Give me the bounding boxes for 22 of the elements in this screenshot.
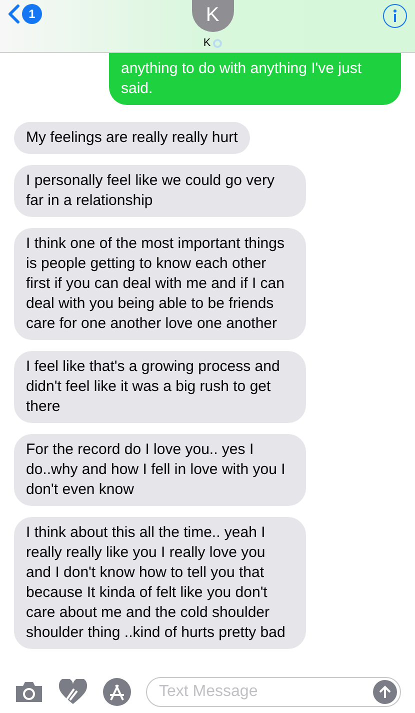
- chevron-left-icon: [8, 4, 20, 24]
- heart-icon[interactable]: [58, 679, 88, 705]
- message-bubble: For the record do I love you.. yes I do..why and how I fell in love with you I don't even know: [14, 434, 306, 506]
- message-field[interactable]: Text Message: [146, 677, 401, 707]
- info-icon: [392, 9, 398, 23]
- message-input[interactable]: Text Message: [159, 680, 329, 704]
- arrow-up-icon: [379, 685, 391, 699]
- contact-avatar[interactable]: K: [192, 0, 234, 32]
- message-bubble: I think one of the most important things is people getting to know each other first if you can deal with me and if I can deal with you being able to be friends care for one another love one another: [14, 228, 306, 340]
- back-button[interactable]: 1: [8, 4, 42, 24]
- app-store-icon[interactable]: [102, 677, 132, 707]
- message-bubble: I personally feel like we could go very far in a relationship: [14, 165, 306, 217]
- unread-badge: 1: [22, 4, 42, 24]
- message-bubble: I think about this all the time.. yeah I really really like you I really love you and I don't know how to tell you that because It kinda of felt like you don't care about me and the cold shoulder shoulder thing ..kind of hurts pretty bad: [14, 517, 306, 649]
- message-bubble: anything to do with anything I've just said.: [109, 53, 401, 105]
- contact-name: K: [203, 36, 211, 51]
- disclosure-icon: [212, 38, 222, 48]
- camera-icon[interactable]: [14, 680, 44, 704]
- send-button[interactable]: [373, 680, 397, 704]
- info-button[interactable]: [383, 4, 407, 28]
- message-bubble: My feelings are really really hurt: [14, 122, 250, 154]
- message-bubble: I feel like that's a growing process and didn't feel like it was a big rush to get there: [14, 351, 306, 423]
